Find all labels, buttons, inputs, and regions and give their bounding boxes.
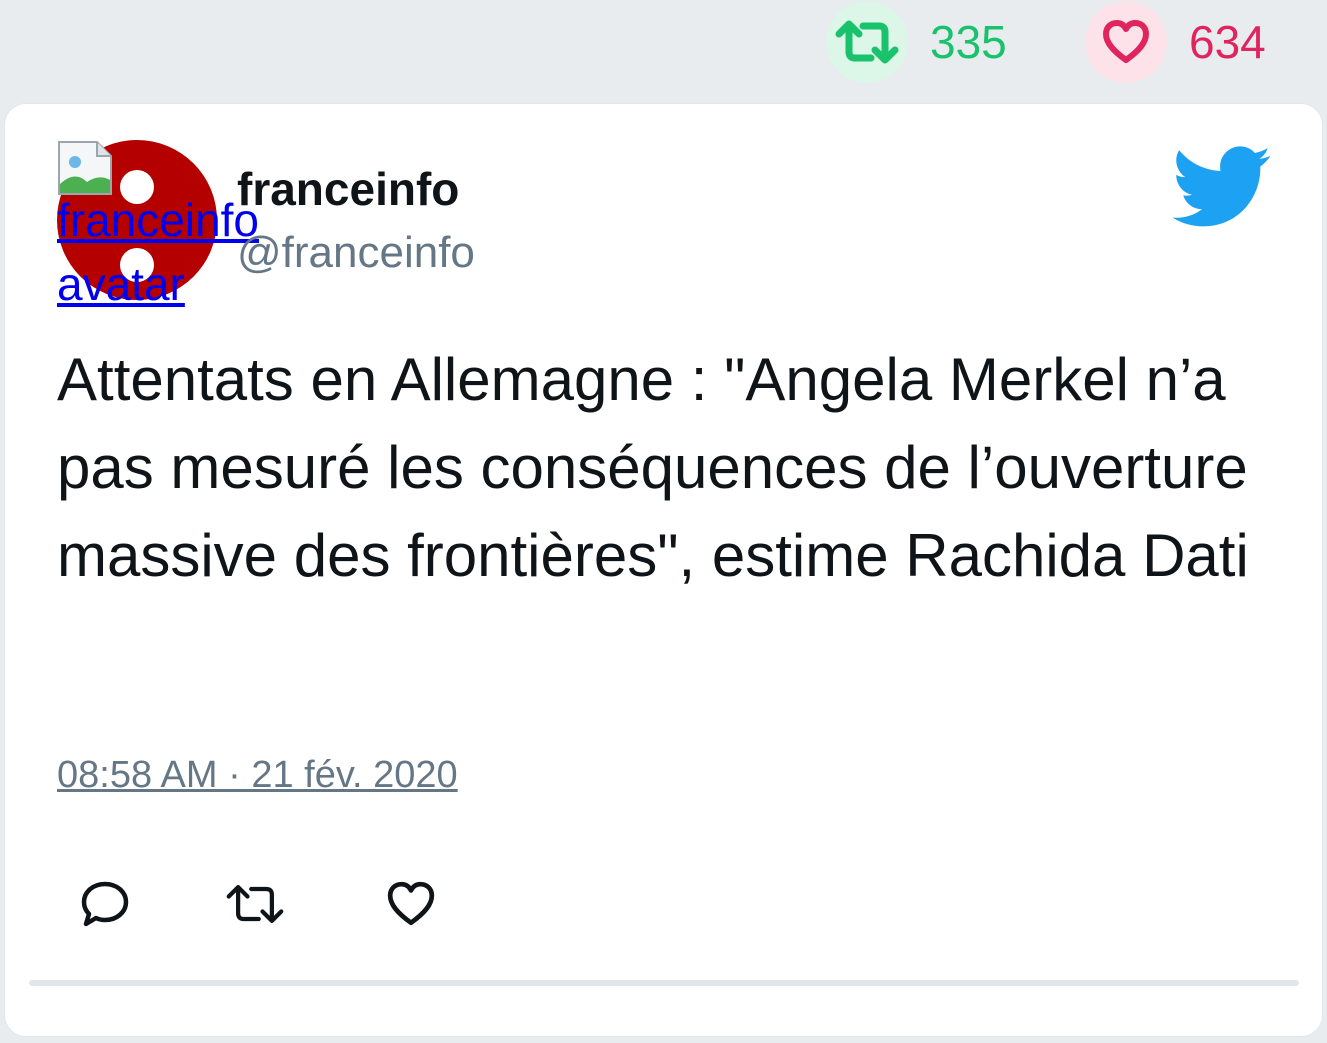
divider	[29, 980, 1299, 986]
twitter-bird-icon[interactable]	[1173, 146, 1273, 228]
tweet-card: franceinfo avatar franceinfo @franceinfo…	[4, 103, 1323, 1037]
retweet-count: 335	[930, 16, 1007, 68]
tweet-stats-bar: 335 634	[0, 0, 1327, 100]
reply-icon[interactable]	[75, 874, 135, 934]
retweet-stat[interactable]: 335	[826, 0, 1007, 84]
like-count: 634	[1189, 16, 1266, 68]
tweet-text: Attentats en Allemagne : "Angela Merkel …	[57, 346, 1249, 589]
heart-icon[interactable]	[1085, 1, 1167, 83]
like-stat[interactable]: 634	[1085, 0, 1266, 84]
retweet-icon[interactable]	[225, 874, 285, 934]
tweet-timestamp[interactable]: 08:58 AM · 21 fév. 2020	[57, 754, 458, 797]
heart-icon[interactable]	[381, 874, 441, 934]
author-handle[interactable]: @franceinfo	[237, 228, 475, 278]
author-name[interactable]: franceinfo	[237, 162, 459, 216]
retweet-icon[interactable]	[826, 1, 908, 83]
